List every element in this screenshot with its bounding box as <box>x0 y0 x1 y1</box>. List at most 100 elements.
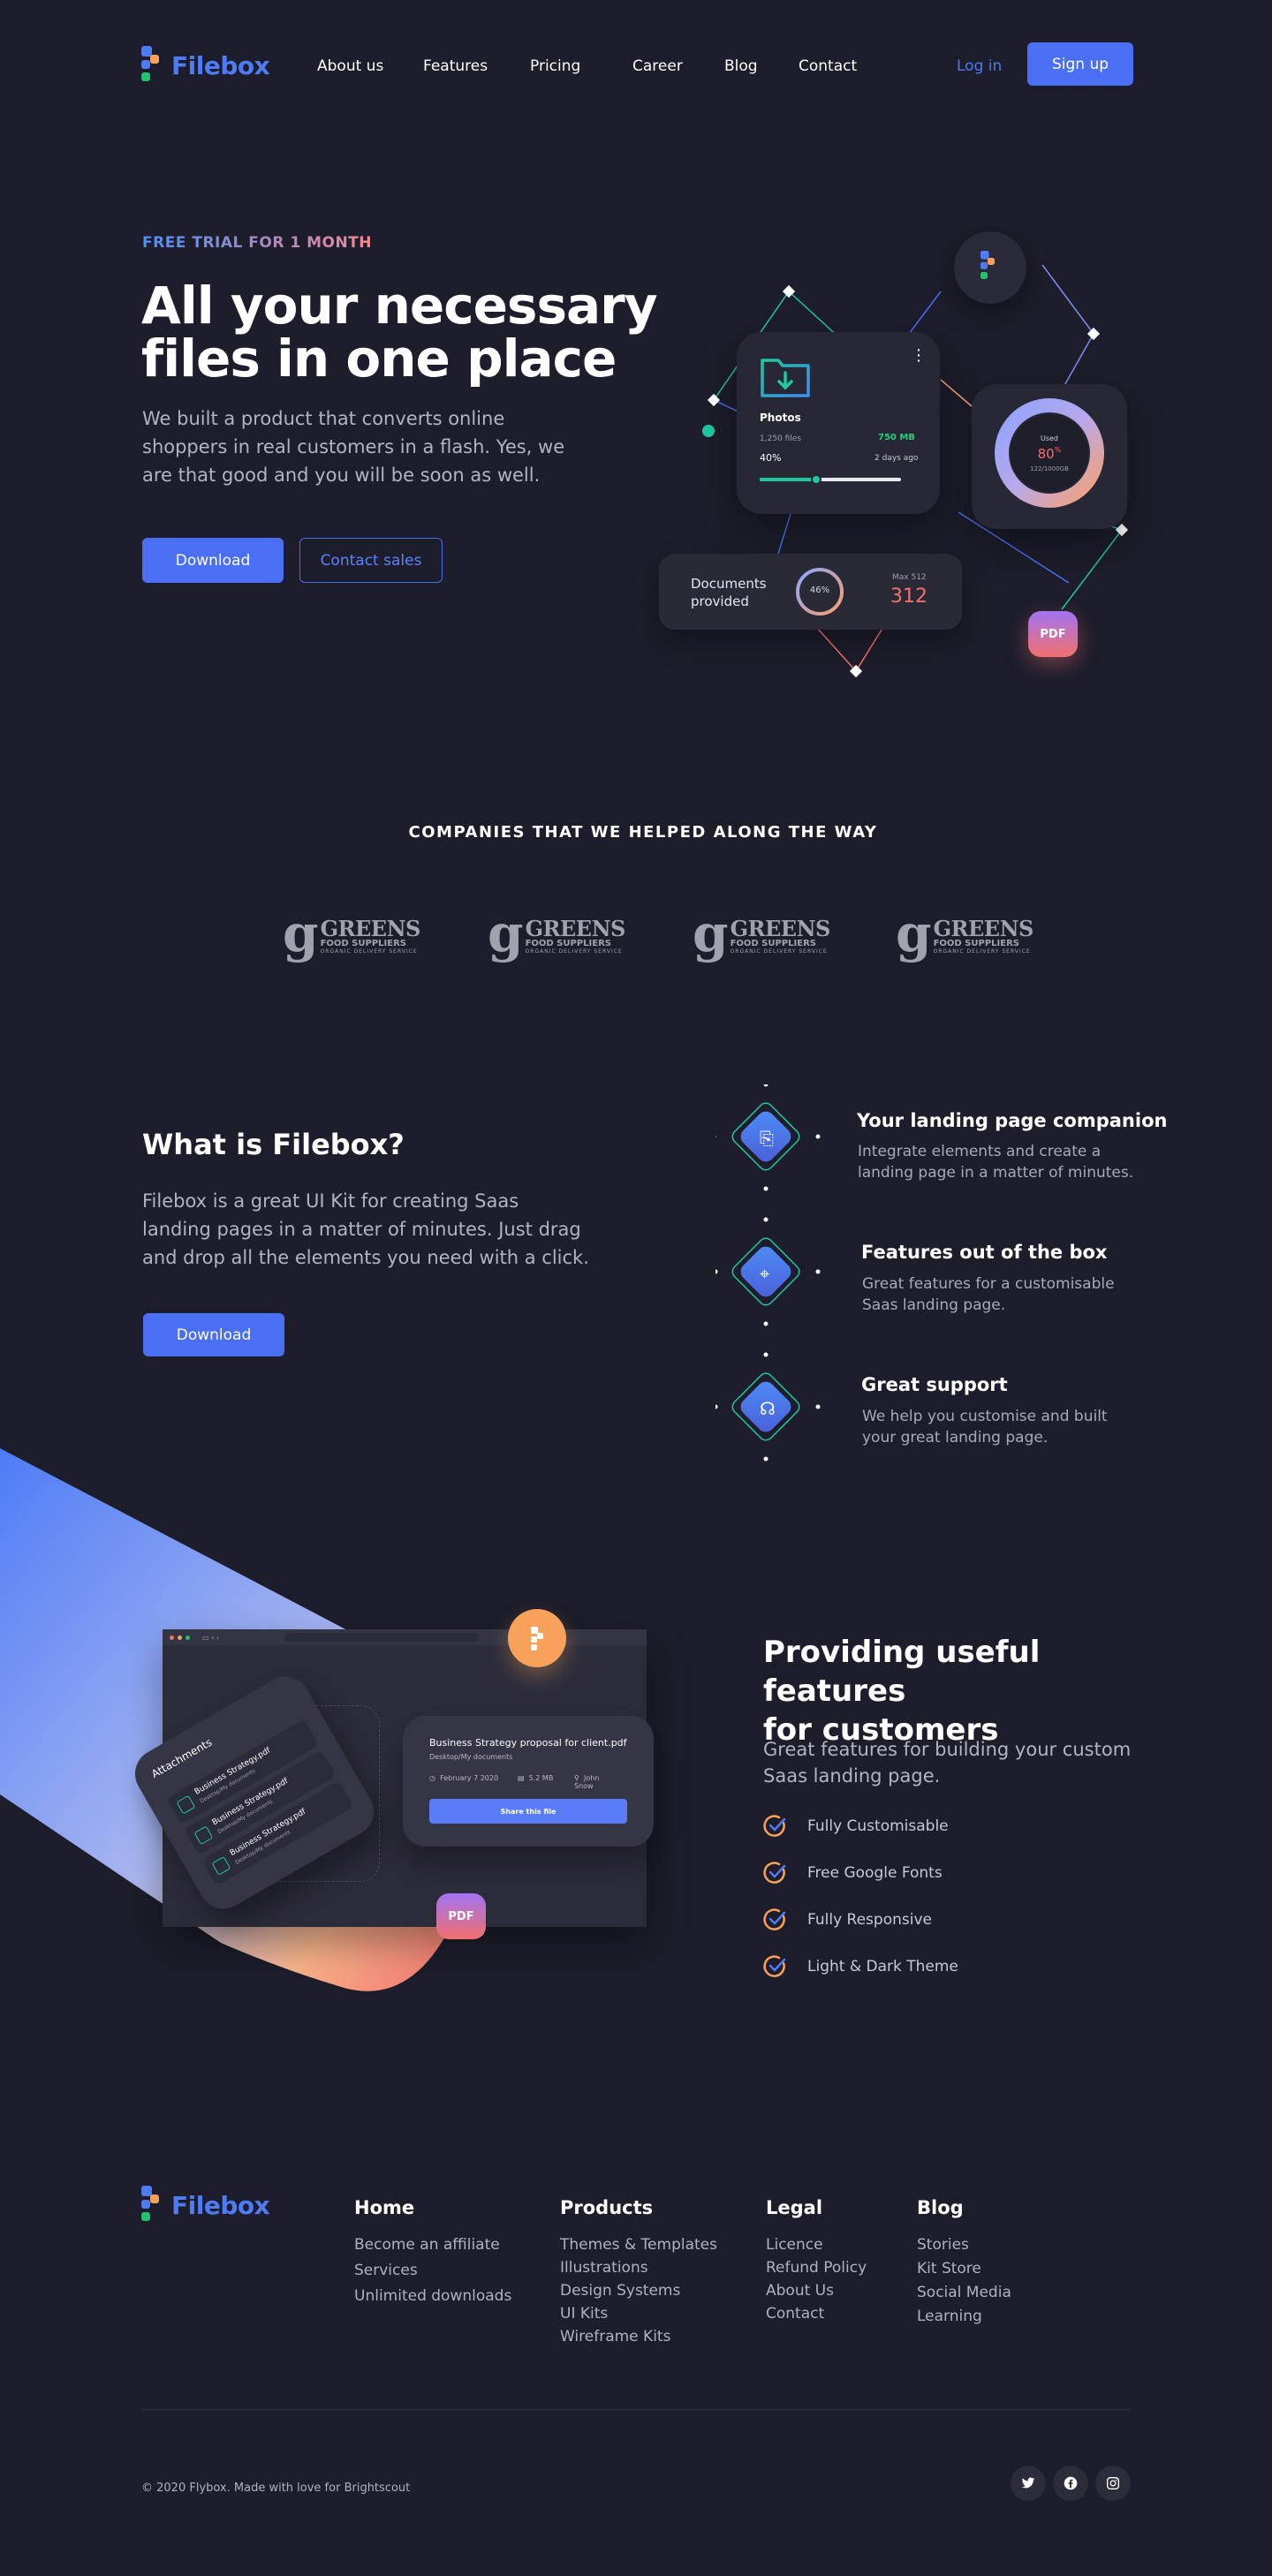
instagram-icon <box>1107 2477 1119 2489</box>
nav-link-career[interactable]: Career <box>632 57 683 75</box>
hero-download-button[interactable]: Download <box>142 538 284 583</box>
user-icon: ⚲ <box>574 1774 579 1782</box>
nav-arrows-icon: ▭ ‹ › <box>202 1633 220 1642</box>
contact-sales-button[interactable]: Contact sales <box>299 538 443 583</box>
clock-icon: ◷ <box>429 1774 435 1782</box>
photos-card[interactable]: ⋮ Photos 1,250 files 750 MB 40% 2 days a… <box>737 332 940 514</box>
footer-link[interactable]: Services <box>354 2262 511 2279</box>
hero-subtitle: We built a product that converts online … <box>142 408 565 486</box>
login-link[interactable]: Log in <box>957 57 1002 75</box>
footer-brand-name: Filebox <box>171 2190 270 2220</box>
file-path: Desktop/My documents <box>429 1753 513 1761</box>
footer-link[interactable]: Refund Policy <box>766 2259 867 2277</box>
facebook-button[interactable] <box>1053 2466 1088 2501</box>
more-options-icon[interactable]: ⋮ <box>911 348 927 364</box>
usage-percent: 80% <box>1037 446 1062 462</box>
close-dot-icon <box>170 1635 174 1640</box>
feature-title-companion: Your landing page companion <box>857 1110 1168 1131</box>
footer-link[interactable]: Design Systems <box>560 2282 717 2300</box>
twitter-icon <box>1021 2477 1035 2489</box>
footer-link[interactable]: Kit Store <box>917 2260 1011 2278</box>
pdf-badge: PDF <box>1028 611 1078 657</box>
nav-link-contact[interactable]: Contact <box>799 57 857 75</box>
logo-mark-icon <box>980 251 999 282</box>
hero-logo-bubble <box>954 231 1026 304</box>
footer-link[interactable]: Unlimited downloads <box>354 2287 511 2305</box>
mock-address-bar <box>284 1633 480 1642</box>
facebook-icon <box>1064 2476 1078 2490</box>
footer-link[interactable]: Illustrations <box>560 2259 717 2277</box>
company-logo-greens: g GREENS FOOD SUPPLIERS ORGANIC DELIVERY S… <box>896 903 1034 963</box>
about-text: Filebox is a great UI Kit for creating S… <box>142 1190 589 1268</box>
footer-col-title: Legal <box>766 2197 823 2218</box>
file-author: ⚲ John Snow <box>574 1774 600 1790</box>
feature-desc-companion: Integrate elements and create a landing … <box>858 1143 1134 1182</box>
feature-desc-box: Great features for a customisable Saas l… <box>862 1275 1115 1314</box>
usage-detail: 122/1000GB <box>1030 465 1069 472</box>
photos-progress-handle[interactable] <box>811 474 822 485</box>
copyright: © 2020 Flybox. Made with love for Bright… <box>141 2482 411 2495</box>
check-item: Light & Dark Theme <box>763 1954 958 1979</box>
nav-link-pricing[interactable]: Pricing <box>530 57 580 75</box>
file-size-icon: ▤ <box>518 1774 525 1782</box>
footer-link[interactable]: Become an affiliate <box>354 2236 511 2254</box>
company-logo-greens: g GREENS FOOD SUPPLIERS ORGANIC DELIVERY S… <box>488 903 625 963</box>
file-icon <box>193 1825 214 1846</box>
documents-label: Documents provided <box>691 576 767 609</box>
feature-title-box: Features out of the box <box>861 1242 1108 1263</box>
usage-card: Used 80% 122/1000GB <box>972 384 1127 529</box>
check-circle-icon <box>763 1815 786 1837</box>
folder-download-icon <box>761 359 810 397</box>
feature-title-support: Great support <box>861 1374 1008 1395</box>
document-icon: ⎘ <box>760 1128 774 1149</box>
photos-progress-track <box>760 474 901 485</box>
footer-link[interactable]: UI Kits <box>560 2305 717 2323</box>
brand-logo[interactable]: Filebox <box>141 46 270 85</box>
footer-col-title: Products <box>560 2197 654 2218</box>
instagram-button[interactable] <box>1095 2466 1131 2501</box>
footer-col-products: Products Themes & Templates Illustration… <box>560 2197 717 2346</box>
hero-eyebrow: FREE TRIAL FOR 1 MONTH <box>142 234 373 252</box>
footer-col-home: Home Become an affiliate Services Unlimi… <box>354 2197 511 2305</box>
check-item: Free Google Fonts <box>763 1861 943 1885</box>
footer-link[interactable]: Stories <box>917 2236 1011 2254</box>
footer-link[interactable]: Learning <box>917 2308 1011 2325</box>
maximize-dot-icon <box>186 1635 190 1640</box>
check-item: Fully Responsive <box>763 1907 932 1932</box>
footer-divider <box>141 2409 1131 2410</box>
footer-link[interactable]: Themes & Templates <box>560 2236 717 2254</box>
photos-progress-fill <box>760 478 816 481</box>
usage-label: Used <box>1040 434 1059 442</box>
footer-link[interactable]: Social Media <box>917 2284 1011 2301</box>
photos-title: Photos <box>760 412 801 424</box>
about-download-button[interactable]: Download <box>143 1313 284 1356</box>
about-title: What is Filebox? <box>142 1128 405 1161</box>
footer-link[interactable]: Licence <box>766 2236 867 2254</box>
photos-percent: 40% <box>760 452 782 464</box>
signup-button[interactable]: Sign up <box>1027 42 1133 86</box>
headphones-icon: ☊ <box>760 1398 776 1419</box>
check-item: Fully Customisable <box>763 1814 949 1839</box>
footer-link[interactable]: Wireframe Kits <box>560 2328 717 2346</box>
photos-files: 1,250 files <box>760 434 802 443</box>
file-details-card: Business Strategy proposal for client.pd… <box>403 1716 654 1847</box>
mock-logo-bubble <box>508 1609 566 1667</box>
photos-time: 2 days ago <box>874 454 919 463</box>
footer-col-title: Home <box>354 2197 415 2218</box>
twitter-button[interactable] <box>1011 2466 1046 2501</box>
footer-link[interactable]: About Us <box>766 2282 867 2300</box>
nav-link-about[interactable]: About us <box>317 57 383 75</box>
documents-percent: 46% <box>809 585 830 595</box>
share-file-button[interactable]: Share this file <box>429 1799 627 1824</box>
cursor-click-icon: ⌖ <box>760 1263 770 1284</box>
footer-brand-logo[interactable]: Filebox <box>141 2186 270 2225</box>
logo-mark-icon <box>141 46 164 85</box>
footer-link[interactable]: Contact <box>766 2305 867 2323</box>
nav-link-blog[interactable]: Blog <box>724 57 758 75</box>
nav-link-features[interactable]: Features <box>423 57 488 75</box>
check-circle-icon <box>763 1862 786 1884</box>
company-logo-greens: g GREENS FOOD SUPPLIERS ORGANIC DELIVERY S… <box>283 903 420 963</box>
useful-subtitle: Great features for building your custom … <box>763 1739 1132 1787</box>
useful-title: Providing useful features for customers <box>763 1635 1041 1748</box>
feature-desc-support: We help you customise and built your gre… <box>862 1408 1108 1447</box>
